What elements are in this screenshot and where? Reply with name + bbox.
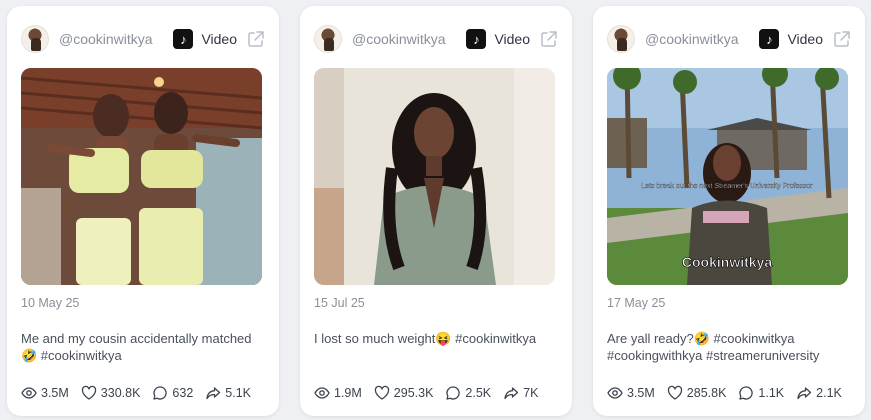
post-date: 10 May 25 bbox=[21, 296, 80, 310]
shares-stat: 2.1K bbox=[796, 385, 842, 401]
shares-stat: 7K bbox=[503, 385, 538, 401]
views-count: 1.9M bbox=[334, 386, 362, 400]
likes-count: 285.8K bbox=[686, 386, 727, 400]
post-caption: Me and my cousin accidentally matched 🤣 … bbox=[21, 331, 252, 363]
shares-stat: 5.1K bbox=[205, 385, 251, 401]
video-thumbnail[interactable] bbox=[314, 68, 555, 285]
comments-stat: 632 bbox=[152, 385, 193, 401]
comment-icon bbox=[153, 386, 168, 400]
content-type-label: Video bbox=[494, 31, 530, 47]
shares-count: 2.1K bbox=[816, 386, 842, 400]
comment-icon bbox=[739, 386, 754, 400]
post-date: 15 Jul 25 bbox=[314, 296, 365, 310]
comments-count: 1.1K bbox=[758, 386, 785, 400]
tiktok-icon: ♪ bbox=[173, 29, 194, 49]
views-stat: 3.5M bbox=[607, 385, 655, 401]
video-thumbnail[interactable] bbox=[21, 68, 262, 285]
post-caption: Are yall ready?🤣 #cookinwitkya #cookingw… bbox=[607, 331, 820, 363]
views-stat: 3.5M bbox=[21, 385, 69, 401]
tiktok-icon: ♪ bbox=[466, 29, 487, 49]
external-link-icon[interactable] bbox=[247, 30, 265, 48]
post-caption: I lost so much weight😝 #cookinwitkya bbox=[314, 331, 537, 346]
share-icon bbox=[797, 387, 812, 400]
external-link-icon[interactable] bbox=[833, 30, 851, 48]
views-count: 3.5M bbox=[627, 386, 655, 400]
card-header: @cookinwitkya ♪ Video bbox=[314, 24, 558, 54]
share-icon bbox=[504, 387, 519, 400]
video-thumbnail[interactable]: Lets break out the next Streamer's Unive… bbox=[607, 68, 848, 285]
comments-stat: 1.1K bbox=[738, 385, 784, 401]
comments-stat: 2.5K bbox=[445, 385, 491, 401]
post-card[interactable]: @cookinwitkya ♪ Video bbox=[593, 6, 865, 416]
post-stats: 1.9M 295.3K 2.5K 7K bbox=[314, 384, 562, 402]
comments-count: 2.5K bbox=[465, 386, 492, 400]
creator-handle[interactable]: @cookinwitkya bbox=[645, 31, 739, 47]
content-type-label: Video bbox=[201, 31, 237, 47]
content-type-label: Video bbox=[787, 31, 823, 47]
likes-count: 330.8K bbox=[100, 386, 141, 400]
post-stats: 3.5M 330.8K 632 5.1K bbox=[21, 384, 269, 402]
heart-icon bbox=[374, 385, 389, 400]
likes-count: 295.3K bbox=[393, 386, 434, 400]
card-header: @cookinwitkya ♪ Video bbox=[21, 24, 265, 54]
tiktok-icon: ♪ bbox=[759, 29, 780, 49]
eye-icon bbox=[607, 387, 623, 399]
post-stats: 3.5M 285.8K 1.1K 2.1K bbox=[607, 384, 855, 402]
shares-count: 5.1K bbox=[225, 386, 251, 400]
eye-icon bbox=[314, 387, 330, 399]
views-count: 3.5M bbox=[41, 386, 69, 400]
likes-stat: 330.8K bbox=[81, 385, 141, 401]
post-card[interactable]: @cookinwitkya ♪ Video 15 Jul 25 I lost s… bbox=[300, 6, 572, 416]
external-link-icon[interactable] bbox=[540, 30, 558, 48]
share-icon bbox=[206, 387, 221, 400]
card-header: @cookinwitkya ♪ Video bbox=[607, 24, 851, 54]
shares-count: 7K bbox=[523, 386, 539, 400]
overlay-name: Cookinwitkya bbox=[682, 254, 772, 270]
avatar[interactable] bbox=[314, 25, 342, 53]
heart-icon bbox=[81, 385, 96, 400]
creator-handle[interactable]: @cookinwitkya bbox=[352, 31, 446, 47]
overlay-caption: Lets break out the next Streamer's Unive… bbox=[641, 183, 813, 190]
comments-count: 632 bbox=[172, 386, 194, 400]
avatar[interactable] bbox=[21, 25, 49, 53]
post-card[interactable]: @cookinwitkya ♪ Video bbox=[7, 6, 279, 416]
views-stat: 1.9M bbox=[314, 385, 362, 401]
likes-stat: 295.3K bbox=[374, 385, 434, 401]
post-date: 17 May 25 bbox=[607, 296, 666, 310]
creator-handle[interactable]: @cookinwitkya bbox=[59, 31, 153, 47]
eye-icon bbox=[21, 387, 37, 399]
likes-stat: 285.8K bbox=[667, 385, 727, 401]
heart-icon bbox=[667, 385, 682, 400]
comment-icon bbox=[446, 386, 461, 400]
avatar[interactable] bbox=[607, 25, 635, 53]
